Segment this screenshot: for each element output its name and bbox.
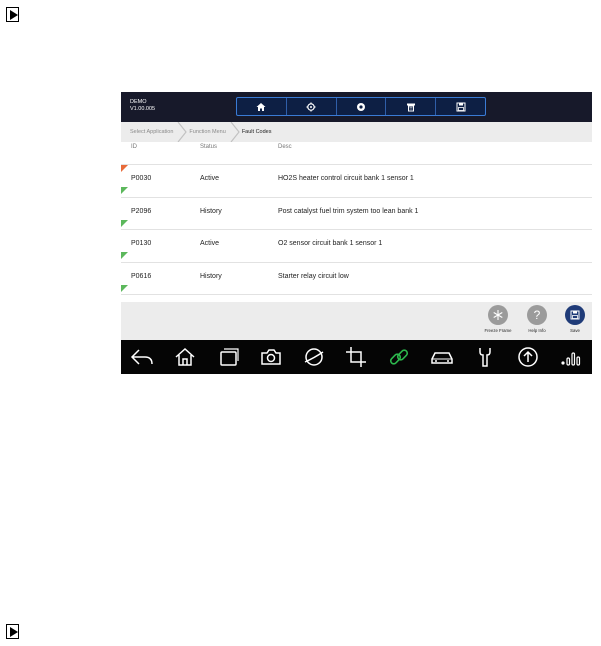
fault-code-desc: Starter relay circuit low: [278, 272, 349, 280]
signal-icon[interactable]: [558, 344, 584, 370]
save-icon: [565, 305, 585, 325]
tablet-screen: DEMO V1.00.005 Select Application Functi…: [121, 92, 592, 374]
toolbar-home-button[interactable]: [237, 98, 287, 115]
upload-icon[interactable]: [515, 344, 541, 370]
toolbar-settings-button[interactable]: [287, 98, 337, 115]
row-marker: [121, 219, 128, 227]
home-icon: [256, 102, 266, 111]
table-row[interactable]: P0030 Active HO2S heater control circuit…: [121, 164, 592, 197]
help-info-label: Help Info: [528, 328, 546, 333]
toolbar-record-button[interactable]: [337, 98, 387, 115]
save-button[interactable]: Save: [561, 305, 589, 333]
fault-code-id: P0030: [131, 175, 152, 182]
home-icon[interactable]: [172, 344, 198, 370]
fault-code-status: Active: [200, 240, 220, 247]
fault-code-id: P0616: [131, 272, 152, 280]
top-bar: DEMO V1.00.005: [121, 92, 592, 122]
table-row[interactable]: P2096 History Post catalyst fuel trim sy…: [121, 196, 592, 230]
action-bar: Freeze Frame ? Help Info Save: [121, 302, 592, 340]
camera-icon[interactable]: [258, 344, 284, 370]
wrench-icon[interactable]: [472, 344, 498, 370]
mode-label: DEMO: [130, 99, 147, 105]
fault-code-table: P0030 Active HO2S heater control circuit…: [121, 164, 592, 295]
chevron-right-icon: [177, 122, 188, 142]
fault-code-id: P0130: [131, 240, 152, 247]
breadcrumb-fault-codes: Fault Codes: [241, 129, 272, 135]
column-header-desc: Desc: [278, 144, 292, 150]
back-icon[interactable]: [129, 344, 155, 370]
row-marker: [121, 187, 128, 194]
table-row[interactable]: P0616 History Starter relay circuit low: [121, 261, 592, 295]
freeze-frame-label: Freeze Frame: [484, 328, 512, 333]
play-marker-top: [6, 7, 19, 22]
fault-code-id: P2096: [131, 207, 152, 215]
browser-icon[interactable]: [301, 344, 327, 370]
record-icon: [356, 102, 365, 111]
snowflake-icon: [488, 305, 508, 325]
fault-code-desc: O2 sensor circuit bank 1 sensor 1: [278, 240, 383, 247]
fault-code-desc: HO2S heater control circuit bank 1 senso…: [278, 175, 414, 182]
android-nav-bar: [121, 340, 592, 374]
fault-code-status: History: [200, 207, 222, 215]
toolbar-print-button[interactable]: [386, 98, 437, 115]
toolbar-save-button[interactable]: [436, 98, 485, 115]
fault-code-status: History: [200, 272, 222, 280]
question-icon: ?: [527, 305, 547, 325]
version-info: DEMO V1.00.005: [130, 99, 155, 113]
table-row[interactable]: P0130 Active O2 sensor circuit bank 1 se…: [121, 229, 592, 262]
recent-apps-icon[interactable]: [215, 344, 241, 370]
row-marker: [121, 165, 128, 172]
breadcrumb-select-application[interactable]: Select Application: [121, 122, 173, 142]
save-label: Save: [570, 328, 580, 333]
settings-icon: [306, 102, 316, 111]
freeze-frame-button[interactable]: Freeze Frame: [484, 305, 512, 333]
row-marker: [121, 252, 128, 259]
print-icon: [406, 103, 415, 111]
fault-code-desc: Post catalyst fuel trim system too lean …: [278, 207, 419, 215]
breadcrumb-function-menu[interactable]: Function Menu: [187, 122, 225, 142]
column-header-id: ID: [131, 144, 137, 150]
link-icon[interactable]: [386, 344, 412, 370]
help-info-button[interactable]: ? Help Info: [523, 305, 551, 333]
car-icon[interactable]: [429, 344, 455, 370]
breadcrumb: Select Application Function Menu Fault C…: [121, 122, 592, 142]
crop-icon[interactable]: [343, 344, 369, 370]
chevron-right-icon: [230, 122, 240, 142]
version-label: V1.00.005: [130, 106, 156, 112]
play-marker-bottom: [6, 624, 19, 639]
fault-code-status: Active: [200, 175, 220, 182]
row-marker: [121, 284, 128, 292]
column-header-status: Status: [200, 144, 218, 150]
save-icon: [456, 102, 466, 111]
table-header: ID Status Desc: [121, 144, 592, 162]
toolbar: [236, 97, 486, 116]
